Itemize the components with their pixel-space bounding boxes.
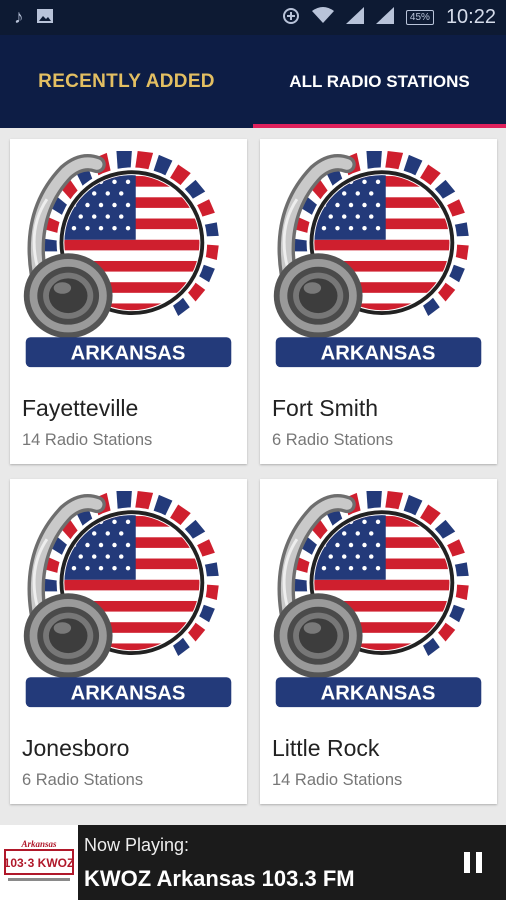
station-count: 6 Radio Stations bbox=[22, 771, 144, 789]
city-name: Fayetteville bbox=[22, 395, 139, 421]
clock: 10:22 bbox=[445, 6, 496, 28]
image-icon bbox=[36, 8, 54, 28]
tab-recently-added[interactable]: RECENTLY ADDED bbox=[0, 35, 253, 128]
artwork-caption: ARKANSAS bbox=[321, 342, 436, 364]
artwork-caption: ARKANSAS bbox=[321, 682, 436, 704]
arkansas-radio-artwork: ARKANSAS bbox=[268, 147, 489, 374]
city-name: Little Rock bbox=[272, 735, 380, 761]
city-card[interactable]: ARKANSAS Fort Smith 6 Radio Stations bbox=[260, 139, 497, 464]
tab-bar: RECENTLY ADDED ALL RADIO STATIONS bbox=[0, 35, 506, 128]
station-grid: ARKANSAS Fayetteville 14 Radio Stations … bbox=[0, 128, 506, 825]
now-playing-label: Now Playing: bbox=[84, 835, 190, 855]
logo-top-text: Arkansas bbox=[20, 839, 57, 849]
city-card[interactable]: ARKANSAS Little Rock 14 Radio Stations bbox=[260, 479, 497, 804]
battery-indicator: 45% bbox=[405, 10, 434, 25]
logo-main-text: 103·3 KWOZ bbox=[4, 856, 75, 870]
arkansas-radio-artwork: ARKANSAS bbox=[268, 487, 489, 714]
station-count: 14 Radio Stations bbox=[272, 771, 403, 789]
now-playing-title: KWOZ Arkansas 103.3 FM bbox=[84, 866, 355, 891]
wifi-icon bbox=[311, 7, 334, 28]
music-note-icon: ♪ bbox=[14, 7, 24, 28]
signal-icon bbox=[345, 7, 364, 28]
city-name: Fort Smith bbox=[272, 395, 379, 421]
tab-all-radio-stations[interactable]: ALL RADIO STATIONS bbox=[253, 35, 506, 128]
artwork-caption: ARKANSAS bbox=[71, 342, 186, 364]
signal-icon bbox=[375, 7, 394, 28]
station-count: 14 Radio Stations bbox=[22, 431, 153, 449]
city-card[interactable]: ARKANSAS Fayetteville 14 Radio Stations bbox=[10, 139, 247, 464]
arkansas-radio-artwork: ARKANSAS bbox=[18, 487, 239, 714]
tab-label: ALL RADIO STATIONS bbox=[289, 71, 470, 91]
data-saver-icon bbox=[282, 7, 300, 29]
station-logo: Arkansas 103·3 KWOZ bbox=[0, 825, 78, 900]
pause-icon[interactable] bbox=[458, 848, 488, 878]
now-playing-bar[interactable]: Arkansas 103·3 KWOZ Now Playing: KWOZ Ar… bbox=[0, 825, 506, 900]
status-bar: ♪ 45% 10:22 bbox=[0, 0, 506, 35]
station-count: 6 Radio Stations bbox=[272, 431, 394, 449]
arkansas-radio-artwork: ARKANSAS bbox=[18, 147, 239, 374]
tab-label: RECENTLY ADDED bbox=[38, 70, 215, 92]
city-name: Jonesboro bbox=[22, 735, 130, 761]
artwork-caption: ARKANSAS bbox=[71, 682, 186, 704]
city-card[interactable]: ARKANSAS Jonesboro 6 Radio Stations bbox=[10, 479, 247, 804]
